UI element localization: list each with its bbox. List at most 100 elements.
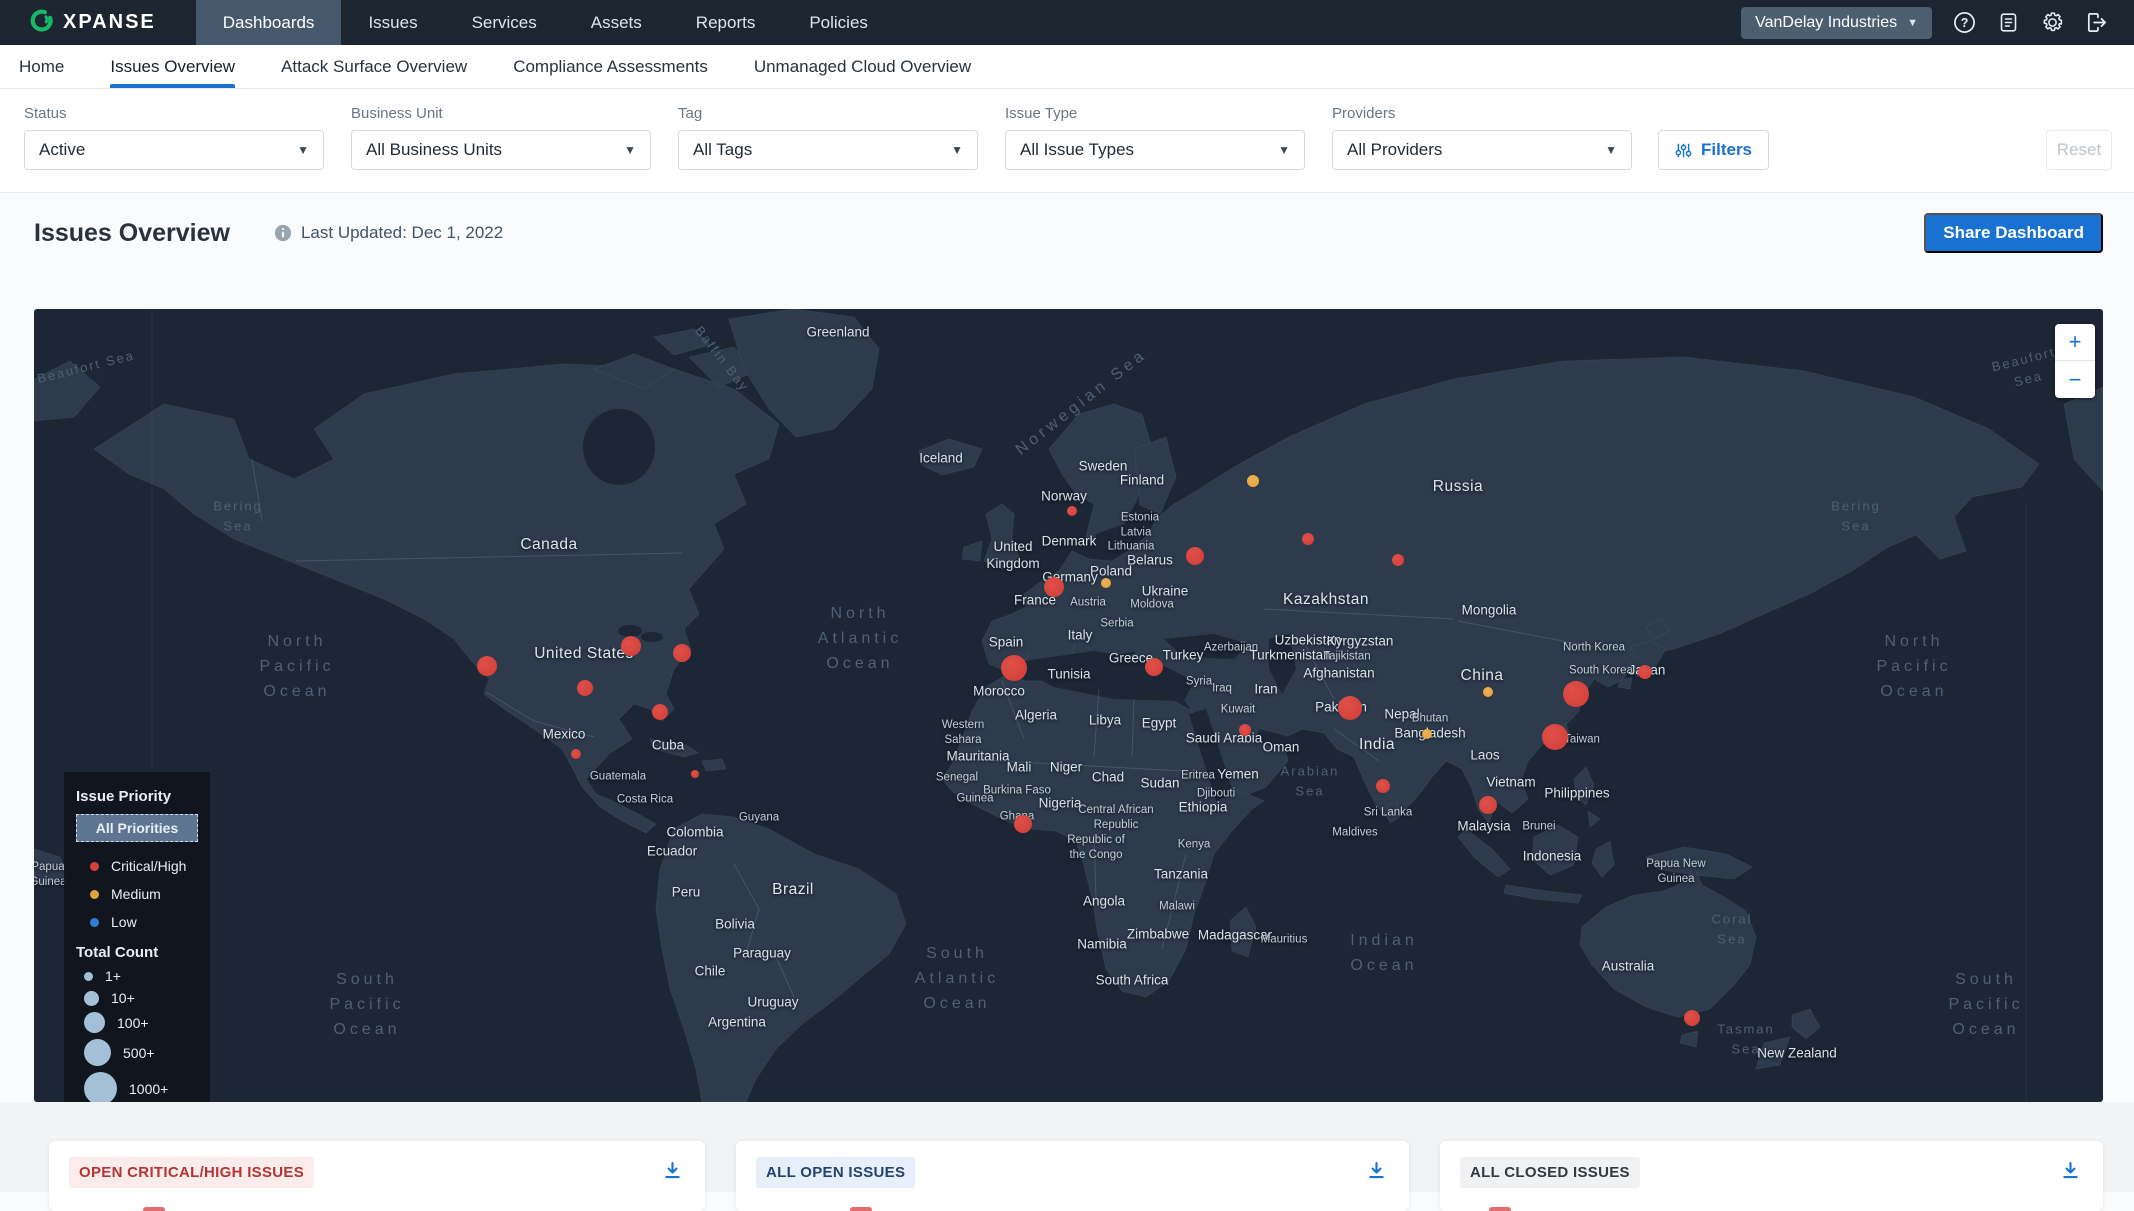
legend-count-500plus[interactable]: 500+ <box>76 1036 198 1069</box>
filters-button[interactable]: Filters <box>1658 130 1769 170</box>
issue-dot-critical-high[interactable] <box>1684 1010 1700 1026</box>
legend-count-label: 10+ <box>111 990 135 1006</box>
issue-dot-critical-high[interactable] <box>1392 554 1404 566</box>
last-updated: Last Updated: Dec 1, 2022 <box>274 223 503 243</box>
issue-dot-critical-high[interactable] <box>1302 533 1314 545</box>
nav-item-policies[interactable]: Policies <box>782 0 895 45</box>
issue-dot-critical-high[interactable] <box>1239 724 1251 736</box>
nav-item-services[interactable]: Services <box>445 0 564 45</box>
issue-dot-critical-high[interactable] <box>1376 779 1390 793</box>
filter-providers: Providers All Providers▼ <box>1332 105 1632 170</box>
legend-item-label: Medium <box>111 886 161 902</box>
world-map[interactable]: Beaufort SeaBeaufort SeaBaffin BayGreenl… <box>34 309 2103 1102</box>
download-icon[interactable] <box>662 1160 683 1186</box>
chevron-down-icon: ▼ <box>1907 17 1918 29</box>
zoom-out-button[interactable]: − <box>2055 361 2095 398</box>
release-notes-icon[interactable] <box>1996 11 2020 35</box>
issue-dot-critical-high[interactable] <box>571 749 581 759</box>
priority-dot-icon <box>90 890 99 899</box>
legend-item-medium[interactable]: Medium <box>76 880 198 908</box>
legend-item-label: Low <box>111 914 137 930</box>
tab-issues-overview[interactable]: Issues Overview <box>110 45 235 88</box>
filter-select-providers[interactable]: All Providers▼ <box>1332 130 1632 170</box>
issue-dot-critical-high[interactable] <box>1479 796 1497 814</box>
filter-label: Providers <box>1332 105 1632 122</box>
card-title-badge: ALL CLOSED ISSUES <box>1460 1157 1640 1188</box>
issue-dot-critical-high[interactable] <box>673 644 691 662</box>
legend-item-critical-high[interactable]: Critical/High <box>76 852 198 880</box>
issue-dot-medium[interactable] <box>1101 578 1111 588</box>
issue-dot-critical-high[interactable] <box>1638 665 1652 679</box>
nav-item-reports[interactable]: Reports <box>669 0 783 45</box>
cards-strip: OPEN CRITICAL/HIGH ISSUESALL OPEN ISSUES… <box>0 1102 2134 1192</box>
issue-dot-critical-high[interactable] <box>652 704 668 720</box>
nav-item-issues[interactable]: Issues <box>341 0 444 45</box>
issue-dot-critical-high[interactable] <box>1014 815 1032 833</box>
card-header: OPEN CRITICAL/HIGH ISSUES <box>49 1141 705 1188</box>
map-zoom-control: + − <box>2055 324 2095 398</box>
tab-attack-surface-overview[interactable]: Attack Surface Overview <box>281 45 467 88</box>
priority-dot-icon <box>90 918 99 927</box>
reset-button[interactable]: Reset <box>2046 130 2112 170</box>
filter-label: Status <box>24 105 324 122</box>
legend-all-priorities[interactable]: All Priorities <box>76 814 198 842</box>
chevron-down-icon: ▼ <box>1278 143 1290 157</box>
legend-count-label: 1+ <box>105 968 121 984</box>
count-bubble-icon <box>84 1012 105 1033</box>
download-icon[interactable] <box>1366 1160 1387 1186</box>
legend-count-title: Total Count <box>76 944 198 961</box>
legend-title: Issue Priority <box>76 788 198 805</box>
issue-dot-critical-high[interactable] <box>1563 681 1589 707</box>
org-selector[interactable]: VanDelay Industries ▼ <box>1741 7 1932 39</box>
card-header: ALL CLOSED ISSUES <box>1440 1141 2103 1188</box>
map-legend: Issue Priority All Priorities Critical/H… <box>64 772 210 1102</box>
issue-dot-medium[interactable] <box>1483 687 1493 697</box>
issue-dot-critical-high[interactable] <box>1186 547 1204 565</box>
count-bubble-icon <box>84 1072 117 1102</box>
chart-fragment <box>1489 1207 1511 1211</box>
download-icon[interactable] <box>2060 1160 2081 1186</box>
legend-count-label: 1000+ <box>129 1081 168 1097</box>
filter-tag: TagAll Tags▼ <box>678 105 978 170</box>
issue-dot-medium[interactable] <box>1422 729 1432 739</box>
help-icon[interactable]: ? <box>1952 11 1976 35</box>
issue-dot-critical-high[interactable] <box>1145 658 1163 676</box>
issue-dot-critical-high[interactable] <box>1338 696 1362 720</box>
issue-dot-critical-high[interactable] <box>691 770 699 778</box>
issue-dot-critical-high[interactable] <box>1044 577 1064 597</box>
legend-count-1000plus[interactable]: 1000+ <box>76 1069 198 1102</box>
nav-item-assets[interactable]: Assets <box>564 0 669 45</box>
legend-count-100plus[interactable]: 100+ <box>76 1009 198 1036</box>
filter-select-status[interactable]: Active▼ <box>24 130 324 170</box>
nav-item-dashboards[interactable]: Dashboards <box>196 0 342 45</box>
issue-dot-critical-high[interactable] <box>577 680 593 696</box>
logout-icon[interactable] <box>2084 11 2108 35</box>
tab-home[interactable]: Home <box>19 45 64 88</box>
issue-dot-medium[interactable] <box>1247 475 1259 487</box>
settings-gear-icon[interactable] <box>2040 11 2064 35</box>
issue-dot-critical-high[interactable] <box>621 636 641 656</box>
legend-count-10plus[interactable]: 10+ <box>76 987 198 1009</box>
select-value: All Providers <box>1347 140 1442 160</box>
legend-count-1plus[interactable]: 1+ <box>76 965 198 987</box>
filters-button-label: Filters <box>1701 140 1752 160</box>
filter-select-issue-type[interactable]: All Issue Types▼ <box>1005 130 1305 170</box>
heading-row: Issues Overview Last Updated: Dec 1, 202… <box>0 193 2134 273</box>
filter-select-business-unit[interactable]: All Business Units▼ <box>351 130 651 170</box>
zoom-in-button[interactable]: + <box>2055 324 2095 361</box>
issue-dot-critical-high[interactable] <box>1067 506 1077 516</box>
chevron-down-icon: ▼ <box>951 143 963 157</box>
filter-label: Issue Type <box>1005 105 1305 122</box>
issue-dot-critical-high[interactable] <box>477 656 497 676</box>
issue-dot-critical-high[interactable] <box>1001 655 1027 681</box>
filter-select-tag[interactable]: All Tags▼ <box>678 130 978 170</box>
share-dashboard-button[interactable]: Share Dashboard <box>1924 213 2103 253</box>
legend-item-low[interactable]: Low <box>76 908 198 936</box>
top-nav: XPANSE DashboardsIssuesServicesAssetsRep… <box>0 0 2134 45</box>
tab-unmanaged-cloud-overview[interactable]: Unmanaged Cloud Overview <box>754 45 971 88</box>
tab-compliance-assessments[interactable]: Compliance Assessments <box>513 45 708 88</box>
last-updated-text: Last Updated: Dec 1, 2022 <box>301 223 503 243</box>
issue-dot-critical-high[interactable] <box>1542 724 1568 750</box>
card-closed: ALL CLOSED ISSUES <box>1440 1141 2103 1211</box>
nav-right: VanDelay Industries ▼ ? <box>1741 0 2134 45</box>
